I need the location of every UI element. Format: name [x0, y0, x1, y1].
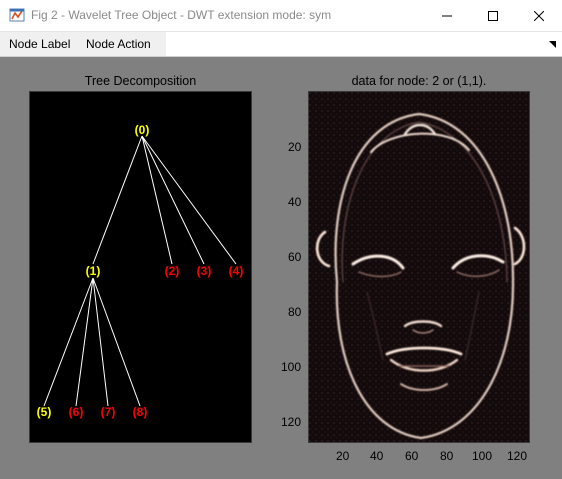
minimize-icon [442, 15, 452, 16]
x-tick-label: 60 [405, 449, 419, 463]
tree-plot: (0) (1) (2) (3) (4) (5) (6) (7) (8) [37, 123, 244, 419]
tree-node-6[interactable]: (6) [69, 405, 84, 419]
tree-node-5[interactable]: (5) [37, 405, 52, 419]
tree-edge [92, 135, 143, 265]
x-tick-label: 100 [472, 449, 493, 463]
tree-edge [141, 135, 205, 265]
y-tick-label: 20 [288, 140, 302, 154]
x-tick-label: 80 [440, 449, 454, 463]
tree-edge [75, 277, 94, 407]
y-tick-label: 40 [288, 195, 302, 209]
y-tick-label: 60 [288, 250, 302, 264]
matlab-figure-icon [9, 8, 25, 22]
x-tick-label: 120 [507, 449, 528, 463]
figure-window: Fig 2 - Wavelet Tree Object - DWT extens… [0, 0, 562, 479]
tree-node-7[interactable]: (7) [101, 405, 116, 419]
tree-node-4[interactable]: (4) [229, 264, 244, 278]
tree-axes: (0) (1) (2) (3) (4) (5) (6) (7) (8) [29, 91, 252, 443]
tree-node-8[interactable]: (8) [133, 405, 148, 419]
x-tick-label: 20 [336, 449, 350, 463]
tree-edge [141, 135, 173, 265]
y-tick-label: 120 [281, 415, 302, 429]
x-tick-label: 40 [370, 449, 384, 463]
face-detail-image [309, 92, 529, 442]
tree-panel-title: Tree Decomposition [84, 74, 197, 88]
menu-bar-spacer [166, 32, 562, 56]
maximize-icon [488, 10, 498, 21]
menu-node-label[interactable]: Node Label [9, 37, 70, 51]
menu-node-action[interactable]: Node Action [86, 37, 151, 51]
image-panel-title: data for node: 2 or (1,1). [351, 74, 487, 88]
tree-node-1[interactable]: (1) [86, 264, 101, 278]
y-tick-label: 80 [288, 305, 302, 319]
coefficient-image-axes [308, 91, 530, 443]
title-bar: Fig 2 - Wavelet Tree Object - DWT extens… [0, 0, 562, 32]
toolbar-dock-arrow-icon[interactable] [549, 40, 557, 48]
close-icon [534, 10, 544, 21]
window-title: Fig 2 - Wavelet Tree Object - DWT extens… [31, 8, 332, 22]
maximize-button[interactable] [470, 0, 516, 31]
tree-edge [141, 135, 237, 265]
tree-node-2[interactable]: (2) [165, 264, 180, 278]
close-button[interactable] [516, 0, 562, 31]
tree-edge [43, 277, 94, 407]
minimize-button[interactable] [424, 0, 470, 31]
tree-node-3[interactable]: (3) [197, 264, 212, 278]
y-tick-label: 100 [281, 360, 302, 374]
tree-node-0[interactable]: (0) [135, 123, 150, 137]
